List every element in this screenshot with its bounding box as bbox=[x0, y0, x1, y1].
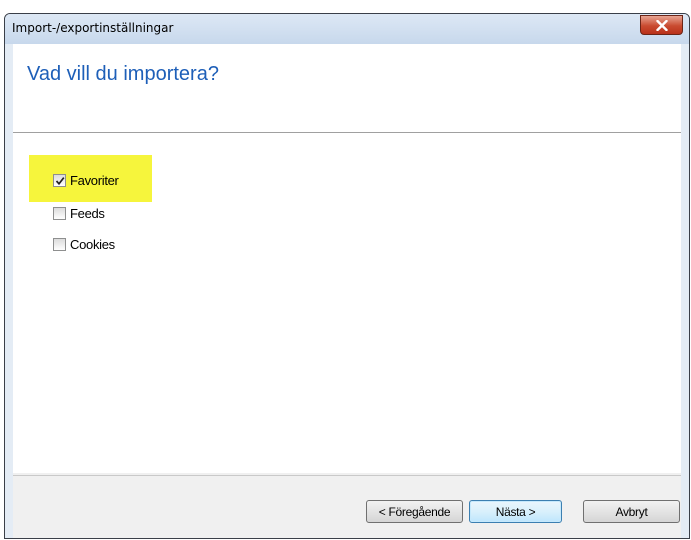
page-heading: Vad vill du importera? bbox=[27, 63, 219, 85]
back-button[interactable]: < Föregående bbox=[366, 500, 463, 523]
favoriter-checkbox[interactable] bbox=[53, 173, 66, 187]
header-panel: Vad vill du importera? bbox=[13, 44, 681, 133]
feeds-label: Feeds bbox=[70, 205, 105, 221]
cookies-label: Cookies bbox=[70, 236, 115, 252]
title-bar[interactable]: Import-/exportinställningar bbox=[5, 14, 689, 44]
close-button[interactable] bbox=[640, 15, 683, 35]
window-title: Import-/exportinställningar bbox=[12, 21, 174, 35]
next-button[interactable]: Nästa > bbox=[469, 500, 562, 523]
favoriter-label: Favoriter bbox=[70, 172, 119, 188]
feeds-checkbox[interactable] bbox=[53, 206, 66, 220]
options-panel: Favoriter Feeds Cookies bbox=[13, 133, 681, 473]
footer-divider bbox=[13, 475, 681, 476]
cancel-button[interactable]: Avbryt bbox=[583, 500, 680, 523]
option-favoriter[interactable]: Favoriter bbox=[53, 171, 119, 189]
option-feeds[interactable]: Feeds bbox=[53, 204, 105, 222]
import-export-dialog: Import-/exportinställningar Vad vill du … bbox=[4, 13, 690, 539]
dialog-body: Vad vill du importera? Favoriter Feeds C… bbox=[13, 44, 681, 538]
option-cookies[interactable]: Cookies bbox=[53, 235, 115, 253]
cookies-checkbox[interactable] bbox=[53, 237, 66, 251]
close-icon bbox=[656, 20, 668, 31]
checkmark-icon bbox=[55, 176, 65, 185]
